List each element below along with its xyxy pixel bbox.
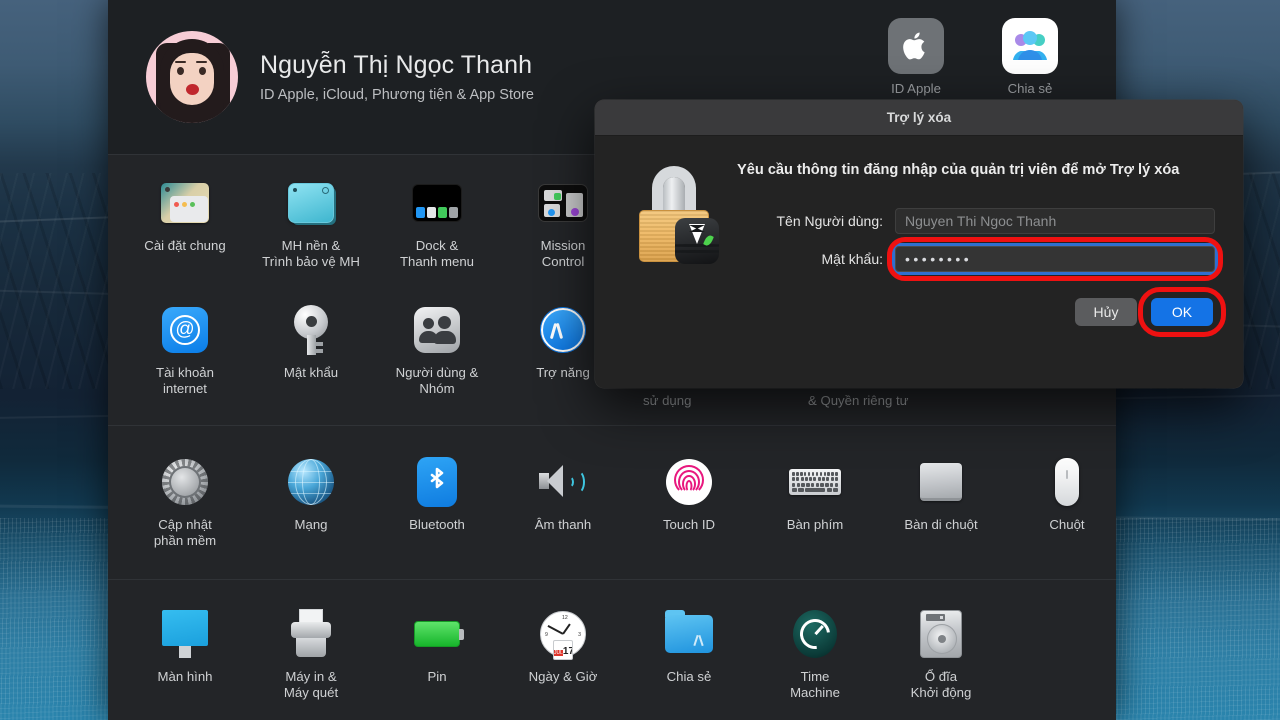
startup-disk-icon bbox=[920, 610, 962, 658]
pref-time-machine[interactable]: Time Machine bbox=[752, 600, 878, 713]
pref-desktop-screensaver[interactable]: MH nền & Trình bảo vệ MH bbox=[248, 169, 374, 282]
dialog-icon-area bbox=[621, 156, 729, 272]
pref-label: Máy in & Máy quét bbox=[283, 669, 339, 700]
users-groups-icon bbox=[414, 307, 460, 353]
apple-logo-icon bbox=[888, 18, 944, 74]
pref-sound[interactable]: Âm thanh bbox=[500, 448, 626, 561]
pref-battery[interactable]: Pin bbox=[374, 600, 500, 713]
pref-printers-scanners[interactable]: Máy in & Máy quét bbox=[248, 600, 374, 713]
pane-hardware: Cập nhật phần mềm Mạng Bluetooth Âm than… bbox=[108, 426, 1116, 580]
pref-label: Chia sẻ bbox=[666, 669, 712, 684]
pref-display[interactable]: Màn hình bbox=[122, 600, 248, 713]
mouse-icon bbox=[1055, 458, 1079, 506]
pref-label: Pin bbox=[427, 669, 447, 684]
internet-accounts-icon: @ bbox=[162, 307, 208, 353]
general-icon bbox=[161, 183, 209, 223]
pref-label: Mạng bbox=[294, 517, 328, 532]
sound-speaker-icon bbox=[537, 462, 589, 502]
pref-trackpad[interactable]: Bàn di chuột bbox=[878, 448, 1004, 561]
pref-network[interactable]: Mạng bbox=[248, 448, 374, 561]
passwords-key-icon bbox=[294, 305, 328, 355]
username-label: Tên Người dùng: bbox=[776, 213, 884, 229]
accessibility-icon bbox=[541, 308, 585, 352]
date-time-clock-icon: 12 3 6 9 JUL17 bbox=[540, 611, 586, 660]
pref-label: Cài đặt chung bbox=[144, 238, 226, 253]
pref-label: Âm thanh bbox=[534, 517, 592, 532]
pref-label: Ngày & Giờ bbox=[528, 669, 598, 684]
account-name: Nguyễn Thị Ngọc Thanh bbox=[260, 51, 533, 79]
pref-family-sharing[interactable]: Chia sẻ bbox=[1002, 18, 1058, 96]
pref-label: Chuột bbox=[1049, 517, 1085, 532]
pane-system: Màn hình Máy in & Máy quét Pin 12 3 6 9 … bbox=[108, 580, 1116, 720]
clipped-label-security: & Quyền riêng tư bbox=[808, 393, 909, 408]
sharing-folder-icon bbox=[665, 610, 713, 653]
pref-label: Mission Control bbox=[540, 238, 586, 269]
authentication-dialog: Trợ lý xóa Yêu cầu thông tin đăng nhập c… bbox=[595, 100, 1243, 388]
pref-label: Time Machine bbox=[790, 669, 840, 700]
pref-startup-disk[interactable]: Ổ đĩa Khởi động bbox=[878, 600, 1004, 713]
cancel-button[interactable]: Hủy bbox=[1075, 298, 1137, 326]
pref-label: ID Apple bbox=[891, 81, 941, 96]
printers-scanners-icon bbox=[288, 609, 334, 659]
pref-label: Ổ đĩa Khởi động bbox=[910, 669, 972, 700]
lock-with-tuxedo-icon bbox=[633, 166, 719, 264]
dock-menubar-icon bbox=[412, 184, 462, 222]
time-machine-icon bbox=[793, 610, 837, 658]
pref-mouse[interactable]: Chuột bbox=[1004, 448, 1116, 561]
occluded-clipped-labels: sử dụng & Quyền riêng tư bbox=[108, 393, 1116, 423]
family-sharing-icon bbox=[1002, 18, 1058, 74]
pref-label: Touch ID bbox=[662, 517, 716, 532]
network-globe-icon bbox=[288, 459, 334, 505]
pref-label: Chia sẻ bbox=[1007, 81, 1053, 96]
password-input[interactable] bbox=[895, 246, 1215, 272]
pref-apple-id[interactable]: ID Apple bbox=[888, 18, 944, 96]
bluetooth-icon bbox=[417, 457, 457, 507]
account-subtitle: ID Apple, iCloud, Phương tiện & App Stor… bbox=[260, 87, 534, 103]
pref-date-time[interactable]: 12 3 6 9 JUL17 Ngày & Giờ bbox=[500, 600, 626, 713]
dialog-message: Yêu cầu thông tin đăng nhập của quản trị… bbox=[737, 162, 1180, 178]
pref-label: Cập nhật phần mềm bbox=[153, 517, 217, 548]
pref-sharing[interactable]: Chia sẻ bbox=[626, 600, 752, 713]
username-input[interactable] bbox=[895, 208, 1215, 234]
touch-id-fingerprint-icon bbox=[666, 459, 712, 505]
ok-button[interactable]: OK bbox=[1151, 298, 1213, 326]
mission-control-icon bbox=[538, 184, 588, 222]
pref-label: Màn hình bbox=[157, 669, 213, 684]
desktop-screensaver-icon bbox=[288, 183, 334, 223]
pref-label: Bluetooth bbox=[409, 517, 465, 532]
occluded-pref-group: ID Apple Chia sẻ bbox=[888, 18, 1058, 96]
software-update-icon bbox=[162, 459, 208, 505]
pref-dock-menubar[interactable]: Dock & Thanh menu bbox=[374, 169, 500, 282]
password-label: Mật khẩu: bbox=[821, 251, 883, 267]
trackpad-icon bbox=[920, 463, 962, 501]
pref-bluetooth[interactable]: Bluetooth bbox=[374, 448, 500, 561]
clipped-label-screen-time: sử dụng bbox=[643, 393, 692, 408]
battery-icon bbox=[414, 621, 464, 647]
pref-label: Bàn phím bbox=[786, 517, 844, 532]
pref-keyboard[interactable]: Bàn phím bbox=[752, 448, 878, 561]
pref-label: Dock & Thanh menu bbox=[399, 238, 475, 269]
pref-label: Mật khẩu bbox=[283, 365, 339, 380]
keyboard-icon bbox=[789, 469, 841, 495]
pref-label: Trợ năng bbox=[536, 365, 590, 380]
pref-software-update[interactable]: Cập nhật phần mềm bbox=[122, 448, 248, 561]
pref-label: MH nền & Trình bảo vệ MH bbox=[262, 238, 360, 269]
pref-touch-id[interactable]: Touch ID bbox=[626, 448, 752, 561]
pref-label: Bàn di chuột bbox=[904, 517, 978, 532]
dialog-title: Trợ lý xóa bbox=[595, 100, 1243, 136]
avatar bbox=[146, 31, 238, 123]
display-icon bbox=[162, 610, 208, 658]
pref-general[interactable]: Cài đặt chung bbox=[122, 169, 248, 282]
